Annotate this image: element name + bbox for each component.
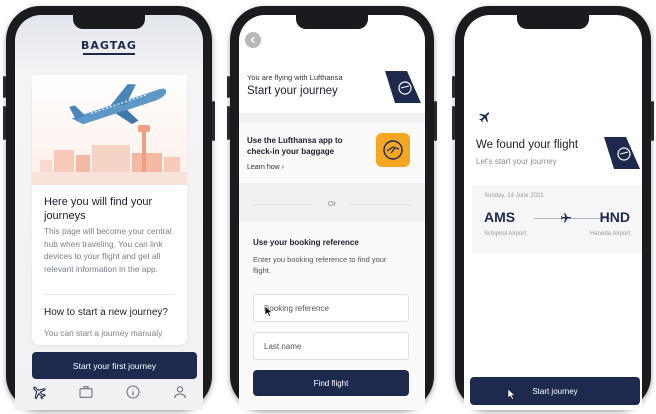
booking-reference-input[interactable]: Booking reference: [253, 294, 409, 322]
phone-start-journey: You are flying with Lufthansa Start your…: [227, 6, 437, 410]
page-title: Start your journey: [247, 85, 338, 97]
booking-reference-card: Use your booking reference Enter you boo…: [239, 222, 425, 410]
flight-card[interactable]: Sunday, 14 June 2021 AMS HND Schiphol Ai…: [472, 185, 642, 253]
tab-bar: [15, 380, 203, 410]
lufthansa-card-title: Use the Lufthansa app to check-in your b…: [247, 136, 343, 156]
phone-journeys: BAGTAG Here you will find your journeys …: [3, 6, 215, 410]
profile-icon[interactable]: [171, 383, 189, 401]
airplane-icon[interactable]: [30, 383, 48, 401]
suitcase-icon[interactable]: [77, 383, 95, 401]
learn-how-link[interactable]: Learn how ›: [247, 164, 284, 171]
divider: [44, 294, 175, 295]
origin-code: AMS: [484, 209, 516, 225]
lufthansa-app-card[interactable]: Use the Lufthansa app to check-in your b…: [239, 123, 425, 183]
find-flight-button[interactable]: Find flight: [253, 370, 409, 396]
volume-button: [452, 76, 455, 98]
card-description: This page will become your central hub w…: [44, 226, 172, 274]
mouse-cursor-icon: [508, 389, 516, 400]
journeys-card: Here you will find your journeys This pa…: [32, 75, 187, 345]
airport-illustration: [32, 75, 187, 185]
power-button: [434, 101, 437, 141]
airplane-icon: [479, 112, 490, 123]
flying-with-label: You are flying with Lufthansa: [247, 73, 343, 82]
chevron-right-icon: ›: [281, 164, 284, 171]
section-description: You can start a journey manualy: [44, 328, 163, 338]
volume-button: [3, 106, 6, 140]
flight-date: Sunday, 14 June 2021: [484, 193, 544, 199]
destination-airport: Haneda Airport: [589, 231, 630, 237]
logo-underline: [83, 53, 135, 55]
volume-button: [452, 106, 455, 140]
info-icon[interactable]: [124, 383, 142, 401]
volume-button: [227, 76, 230, 98]
page-subtitle: Let's start your journey: [476, 157, 557, 166]
page-title: We found your flight: [476, 139, 579, 151]
power-button: [212, 101, 215, 141]
last-name-input[interactable]: Last name: [253, 332, 409, 360]
screen-journeys: BAGTAG Here you will find your journeys …: [15, 15, 203, 410]
notch: [73, 15, 145, 29]
notch: [296, 15, 368, 29]
header-panel: You are flying with Lufthansa Start your…: [239, 15, 425, 113]
volume-button: [3, 76, 6, 98]
volume-button: [227, 106, 230, 140]
back-button[interactable]: [245, 32, 261, 48]
bagtag-logo: BAGTAG: [81, 39, 137, 52]
chevron-left-icon: [250, 36, 255, 44]
airplane-icon: [561, 213, 571, 223]
separator-line: [351, 204, 411, 205]
screen-flight-found: We found your flight Let's start your jo…: [464, 15, 642, 410]
start-first-journey-button[interactable]: Start your first journey: [32, 352, 197, 379]
start-journey-button[interactable]: Start journey: [470, 377, 640, 405]
screen-start-journey: You are flying with Lufthansa Start your…: [239, 15, 425, 410]
card-title: Here you will find your journeys: [44, 196, 153, 222]
destination-code: HND: [599, 209, 630, 225]
mouse-cursor-icon: [265, 306, 273, 317]
power-button: [651, 101, 654, 141]
phone-flight-found: We found your flight Let's start your jo…: [452, 6, 654, 410]
booking-title: Use your booking reference: [253, 238, 359, 247]
or-separator: Or: [239, 198, 425, 210]
lufthansa-app-icon: [376, 133, 410, 167]
lufthansa-tail-icon: [604, 137, 640, 169]
origin-airport: Schiphol Airport: [484, 231, 527, 237]
notch: [517, 15, 589, 29]
booking-description: Enter you booking reference to find your…: [253, 255, 387, 275]
section-title: How to start a new journey?: [44, 307, 168, 318]
lufthansa-tail-icon: [385, 71, 421, 103]
